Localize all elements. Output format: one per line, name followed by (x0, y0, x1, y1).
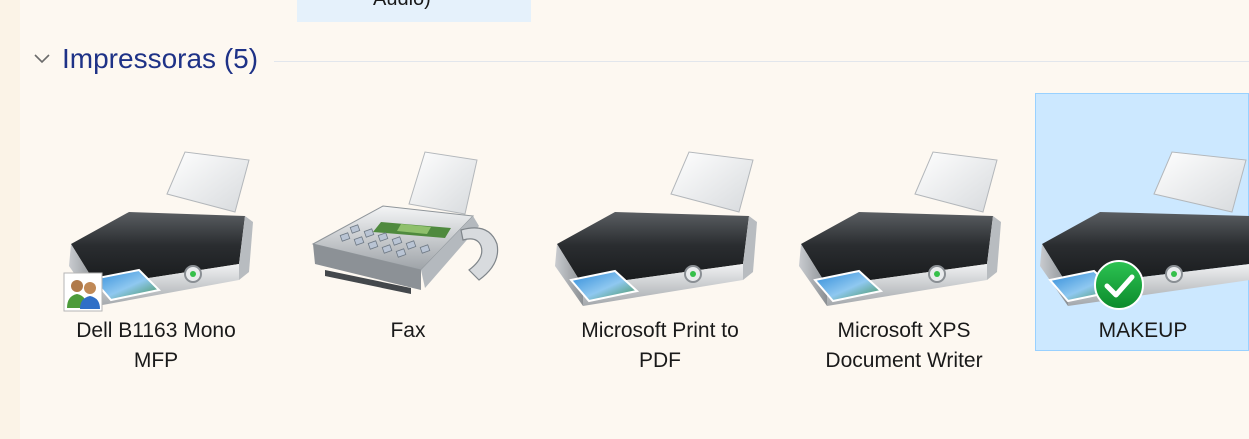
group-header-printers[interactable]: Impressoras (5) (32, 38, 1249, 80)
device-name-line-1: Microsoft Print to (581, 319, 739, 342)
device-name: MAKEUP (1036, 316, 1249, 346)
device-name: Microsoft Print to PDF (553, 316, 767, 376)
group-title: Impressoras (5) (62, 43, 259, 74)
device-name-line-1: Microsoft XPS (837, 319, 971, 342)
device-name-line-1: Dell B1163 Mono (76, 319, 236, 342)
device-tile-microsoft-print-to-pdf[interactable]: Microsoft Print to PDF (552, 93, 766, 372)
navigation-pane-edge (0, 0, 20, 439)
device-name-line-2: PDF (639, 349, 681, 372)
device-tile-fax[interactable]: Fax (300, 93, 514, 351)
chevron-down-icon[interactable] (32, 38, 62, 80)
device-name-line-1: Fax (390, 319, 426, 342)
printer-icon (799, 151, 1001, 306)
device-name: Dell B1163 Mono MFP (49, 316, 263, 376)
device-name-line-2: Document Writer (825, 349, 983, 372)
device-name: Microsoft XPS Document Writer (797, 316, 1011, 376)
device-tile-microsoft-xps-document-writer[interactable]: Microsoft XPS Document Writer (796, 93, 1010, 372)
device-name-line-1: MAKEUP (1098, 319, 1188, 342)
device-tile-dell-b1163[interactable]: Dell B1163 Mono MFP (48, 93, 262, 372)
shared-users-icon (63, 272, 103, 312)
previous-device-label: Áudio) (373, 0, 431, 11)
previous-device-item[interactable]: Áudio) (297, 0, 531, 22)
group-divider (274, 60, 1249, 62)
device-name-line-2: MFP (133, 349, 179, 372)
default-check-icon (1094, 260, 1144, 310)
device-tile-makeup[interactable]: MAKEUP (1035, 93, 1249, 351)
printer-icon (555, 151, 757, 306)
device-name: Fax (301, 316, 515, 346)
fax-icon (311, 151, 499, 294)
